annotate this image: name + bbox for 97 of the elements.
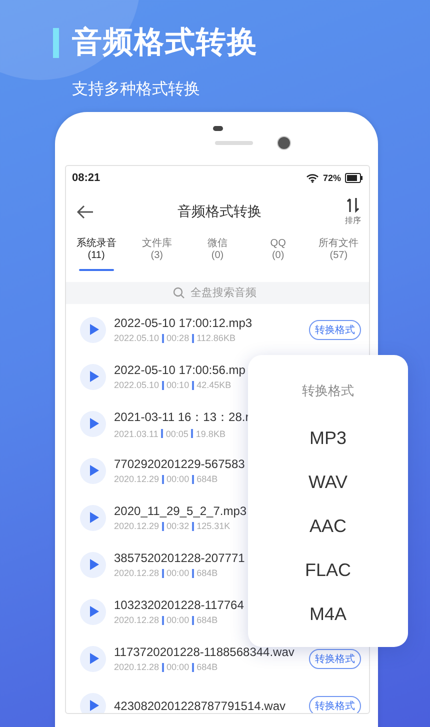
format-option[interactable]: MP3 bbox=[299, 416, 356, 460]
file-name: 4230820201228787791514.wav bbox=[114, 698, 286, 712]
play-icon bbox=[90, 465, 98, 476]
file-detail: 00:00 bbox=[166, 662, 190, 672]
tab[interactable]: 微信 (0) bbox=[187, 234, 248, 274]
play-button[interactable] bbox=[80, 692, 106, 713]
file-name: 2020_11_29_5_2_7.mp3 bbox=[114, 504, 248, 518]
separator-bar bbox=[162, 380, 164, 390]
file-detail: 00:32 bbox=[166, 521, 190, 531]
banner-subtitle: 支持多种格式转换 bbox=[72, 80, 201, 100]
screen-title: 音频格式转换 bbox=[178, 202, 262, 220]
play-icon bbox=[90, 700, 98, 711]
file-detail: 125.31K bbox=[196, 521, 230, 531]
banner-title: 音频格式转换 bbox=[72, 25, 258, 61]
play-button[interactable] bbox=[80, 316, 106, 342]
separator-bar bbox=[162, 616, 164, 624]
file-detail: 2022.05.10 bbox=[114, 333, 160, 343]
separator-bar bbox=[192, 334, 194, 342]
battery-icon bbox=[345, 172, 363, 182]
separator-bar bbox=[162, 662, 164, 672]
separator-bar bbox=[162, 568, 164, 578]
separator-bar bbox=[192, 616, 194, 624]
back-arrow-icon[interactable] bbox=[76, 204, 94, 218]
file-detail: 19.8KB bbox=[196, 428, 226, 438]
file-detail: 112.86KB bbox=[196, 333, 236, 343]
separator-bar bbox=[192, 380, 194, 390]
wifi-icon bbox=[306, 172, 319, 182]
camera-icon bbox=[276, 136, 290, 150]
play-button[interactable] bbox=[80, 458, 106, 484]
play-icon bbox=[90, 606, 98, 617]
battery-percent: 72% bbox=[322, 172, 341, 182]
menu-title: 转换格式 bbox=[302, 382, 354, 400]
separator-bar bbox=[161, 429, 163, 438]
file-detail: 2021.03.11 bbox=[114, 428, 158, 438]
search-icon bbox=[172, 287, 184, 299]
file-detail: 2020.12.28 bbox=[114, 568, 160, 578]
format-option[interactable]: WAV bbox=[298, 460, 358, 504]
search-field[interactable]: 全盘搜索音频 bbox=[190, 287, 262, 299]
sensor-icon bbox=[212, 126, 222, 131]
file-name: 3857520201228-207771 bbox=[114, 551, 246, 565]
tab[interactable]: 文件库 (3) bbox=[126, 234, 188, 274]
file-detail: 2022.05.10 bbox=[114, 380, 160, 390]
play-icon bbox=[90, 512, 98, 523]
speaker-icon bbox=[214, 141, 252, 145]
play-icon bbox=[90, 559, 98, 570]
file-name: 2022-05-10 17:00:56.mp bbox=[114, 363, 246, 377]
play-button[interactable] bbox=[80, 646, 106, 672]
play-button[interactable] bbox=[80, 504, 106, 530]
play-button[interactable] bbox=[80, 410, 106, 436]
separator-bar bbox=[192, 568, 194, 578]
file-detail: 00:00 bbox=[166, 568, 190, 578]
file-name: 7702920201229-567583 bbox=[114, 457, 246, 471]
file-detail: 2020.12.28 bbox=[114, 615, 160, 625]
play-icon bbox=[90, 418, 98, 429]
tab[interactable]: 系统录音 (11) bbox=[66, 234, 127, 274]
play-button[interactable] bbox=[80, 364, 106, 390]
tab[interactable]: QQ (0) bbox=[248, 234, 308, 274]
file-detail: 2020.12.28 bbox=[114, 662, 160, 672]
file-detail: 2020.12.29 bbox=[114, 521, 160, 531]
status-time: 08:21 bbox=[72, 172, 100, 184]
file-detail: 684B bbox=[196, 615, 218, 625]
play-button[interactable] bbox=[80, 552, 106, 578]
file-detail: 00:00 bbox=[166, 474, 190, 484]
file-name: 2022-05-10 17:00:12.mp3 bbox=[114, 316, 254, 330]
play-icon bbox=[90, 371, 98, 382]
file-detail: 2020.12.29 bbox=[114, 474, 160, 484]
file-detail: 684B bbox=[196, 474, 218, 484]
play-icon bbox=[90, 324, 98, 335]
sort-icon bbox=[346, 197, 360, 213]
file-detail: 00:10 bbox=[166, 380, 190, 390]
convert-button[interactable]: 转换格式 bbox=[309, 648, 361, 668]
sort-button[interactable]: 排序 bbox=[345, 197, 361, 226]
file-detail: 00:28 bbox=[166, 333, 190, 343]
separator-bar bbox=[192, 662, 194, 672]
play-icon bbox=[90, 653, 98, 664]
file-name: 1032320201228-117764 bbox=[114, 598, 245, 612]
separator-bar bbox=[191, 429, 193, 438]
separator-bar bbox=[192, 522, 194, 530]
file-name: 1173720201228-1188568344.wav bbox=[114, 645, 296, 659]
format-option[interactable]: M4A bbox=[299, 592, 356, 636]
separator-bar bbox=[192, 474, 194, 484]
file-detail: 42.45KB bbox=[196, 380, 232, 390]
format-option[interactable]: FLAC bbox=[294, 548, 361, 592]
convert-button[interactable]: 转换格式 bbox=[309, 320, 361, 340]
play-button[interactable] bbox=[80, 598, 106, 624]
file-name: 2021-03-11 16：13：28.r bbox=[114, 408, 250, 426]
file-detail: 00:05 bbox=[166, 428, 188, 438]
tab[interactable]: 所有文件 (57) bbox=[308, 234, 369, 274]
format-option[interactable]: AAC bbox=[299, 504, 356, 548]
separator-bar bbox=[162, 334, 164, 342]
file-detail: 684B bbox=[196, 662, 218, 672]
file-detail: 00:00 bbox=[166, 615, 190, 625]
file-detail: 684B bbox=[196, 568, 218, 578]
convert-button[interactable]: 转换格式 bbox=[309, 696, 361, 713]
accent-bar bbox=[53, 28, 59, 58]
separator-bar bbox=[162, 522, 164, 530]
separator-bar bbox=[162, 474, 164, 484]
